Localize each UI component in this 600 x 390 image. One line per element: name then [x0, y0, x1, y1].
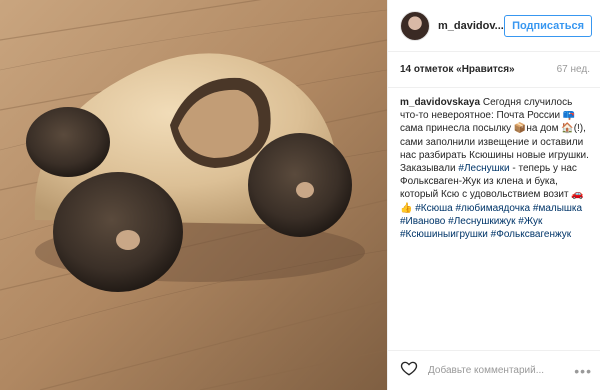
- hashtag-link[interactable]: #Фольксвагенжук: [491, 229, 572, 240]
- post-header: m_davidov... Подписаться: [388, 0, 600, 52]
- hashtag-link[interactable]: #любимаядочка: [456, 203, 531, 214]
- follow-button[interactable]: Подписаться: [504, 14, 592, 37]
- caption-body: Сегодня случилось что-то невероятное: По…: [400, 97, 589, 240]
- avatar[interactable]: [400, 10, 430, 41]
- comment-input[interactable]: [426, 364, 575, 377]
- post-side-panel: m_davidov... Подписаться 14 отметок «Нра…: [387, 0, 600, 390]
- hashtag-link[interactable]: #малышка: [533, 203, 582, 214]
- emoji-icon: 👍: [400, 202, 413, 214]
- likes-count[interactable]: 14 отметок «Нравится»: [400, 64, 515, 75]
- emoji-icon: 📦: [513, 123, 527, 135]
- caption-text: на дом: [526, 123, 562, 135]
- hashtag-link[interactable]: #Леснушки: [458, 163, 509, 174]
- caption-author[interactable]: m_davidovskaya: [400, 97, 480, 108]
- more-dots-icon[interactable]: •••: [574, 363, 592, 379]
- emoji-icon: 🏠: [561, 123, 574, 135]
- comment-bar: •••: [388, 350, 600, 390]
- post-meta: 14 отметок «Нравится» 67 нед.: [388, 52, 600, 88]
- emoji-icon: 🚗: [571, 189, 584, 201]
- heart-icon[interactable]: [400, 359, 418, 382]
- caption-text: сама принесла посылку: [400, 123, 514, 135]
- hashtag-link[interactable]: #Иваново: [400, 216, 445, 227]
- caption: m_davidovskaya Сегодня случилось что-то …: [388, 88, 600, 241]
- hashtag-link[interactable]: #Жук: [518, 216, 542, 227]
- hashtag-link[interactable]: #Ксюша: [415, 203, 452, 214]
- emoji-icon: 📪: [562, 110, 576, 122]
- post-photo[interactable]: [0, 0, 387, 390]
- toy-car-photo: [0, 0, 387, 390]
- hashtag-link[interactable]: #Леснушкижук: [448, 216, 515, 227]
- hashtag-link[interactable]: #Ксюшиныигрушки: [400, 229, 488, 240]
- username[interactable]: m_davidov...: [438, 20, 504, 32]
- post-time[interactable]: 67 нед.: [557, 64, 590, 75]
